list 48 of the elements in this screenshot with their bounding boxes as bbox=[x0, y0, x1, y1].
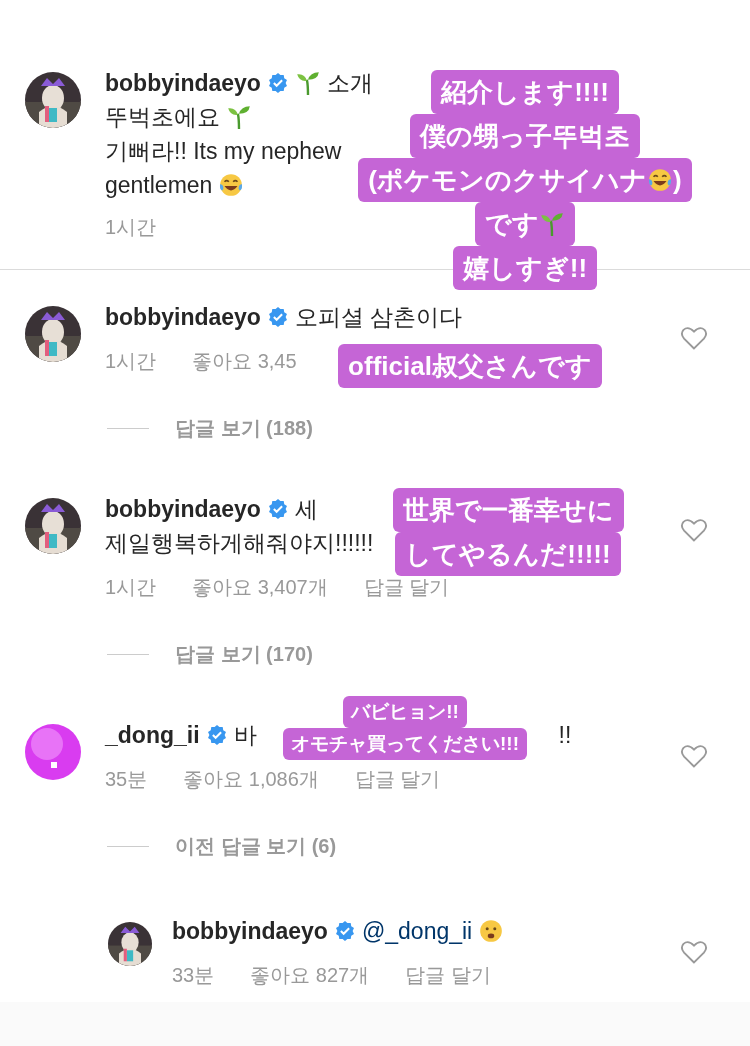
comment-meta: 답글 달기 bbox=[405, 963, 491, 988]
comment-text: 오피셜 삼촌이다 bbox=[294, 303, 463, 332]
comment-text: 뚜벅초에요 bbox=[105, 103, 220, 132]
heart-icon[interactable] bbox=[680, 516, 708, 544]
username[interactable]: _dong_ii bbox=[105, 718, 200, 752]
comment-text: gentlemen bbox=[105, 171, 213, 200]
comment-meta: 1시간 bbox=[105, 215, 157, 240]
username[interactable]: bobbyindaeyo bbox=[105, 300, 261, 334]
heart-icon[interactable] bbox=[680, 324, 708, 352]
username[interactable]: bobbyindaeyo bbox=[105, 66, 261, 100]
comment-text: !! bbox=[558, 721, 572, 750]
sticker-text: 嬉しすぎ!! bbox=[462, 252, 588, 285]
comment-meta: 35분 bbox=[105, 767, 148, 792]
comment-text: 바 bbox=[233, 721, 257, 750]
comment-meta: 좋아요 827개 bbox=[250, 963, 370, 988]
sticker-text: ) bbox=[673, 164, 682, 197]
comment-meta: 답글 달기 bbox=[363, 575, 450, 600]
sticker-text: 僕の甥っ子뚜벅초 bbox=[420, 120, 630, 153]
comment-text: 제일행복하게해줘야지!!!!!! bbox=[105, 529, 374, 558]
heart-icon[interactable] bbox=[680, 742, 708, 770]
sprout-icon bbox=[226, 104, 252, 130]
sticker-text: 世界で一番幸せに bbox=[402, 494, 614, 527]
sprout-icon bbox=[294, 70, 321, 96]
comment-meta: 답글 달기 bbox=[354, 767, 441, 792]
sticker-text: してやるんだ!!!!! bbox=[405, 538, 611, 571]
comment-text: 기뻐라!! Its my nephew bbox=[105, 137, 342, 166]
comment-meta: 33분 bbox=[172, 963, 215, 988]
comment-meta: 좋아요 3,407개 bbox=[192, 575, 328, 600]
heart-icon[interactable] bbox=[680, 938, 708, 966]
sticker-text: オモチャ買ってください!!! bbox=[291, 732, 519, 756]
worried-face-icon bbox=[478, 918, 505, 944]
laughing-face-icon bbox=[218, 172, 245, 198]
laughing-face-icon bbox=[647, 167, 673, 193]
comment-meta: 1시간 bbox=[105, 575, 157, 600]
sticker-text: official叔父さんです bbox=[348, 350, 592, 383]
username[interactable]: bobbyindaeyo bbox=[172, 914, 328, 948]
sticker-text: です bbox=[485, 208, 539, 241]
comment-text: 세 bbox=[294, 495, 318, 524]
comment-meta: 좋아요 1,086개 bbox=[183, 767, 319, 792]
mention-link[interactable]: @_dong_ii bbox=[361, 914, 473, 948]
sprout-icon bbox=[539, 211, 565, 237]
sticker-text: (ポケモンのクサイハナ bbox=[368, 164, 647, 197]
username[interactable]: bobbyindaeyo bbox=[105, 492, 261, 526]
sticker-text: 紹介します!!!! bbox=[441, 76, 609, 109]
comment-text: 소개 bbox=[326, 69, 373, 98]
comment-meta: 1시간 bbox=[105, 349, 157, 374]
sticker-text: バビヒョン!! bbox=[351, 700, 459, 724]
comment-meta: 좋아요 3,45 bbox=[192, 349, 297, 374]
